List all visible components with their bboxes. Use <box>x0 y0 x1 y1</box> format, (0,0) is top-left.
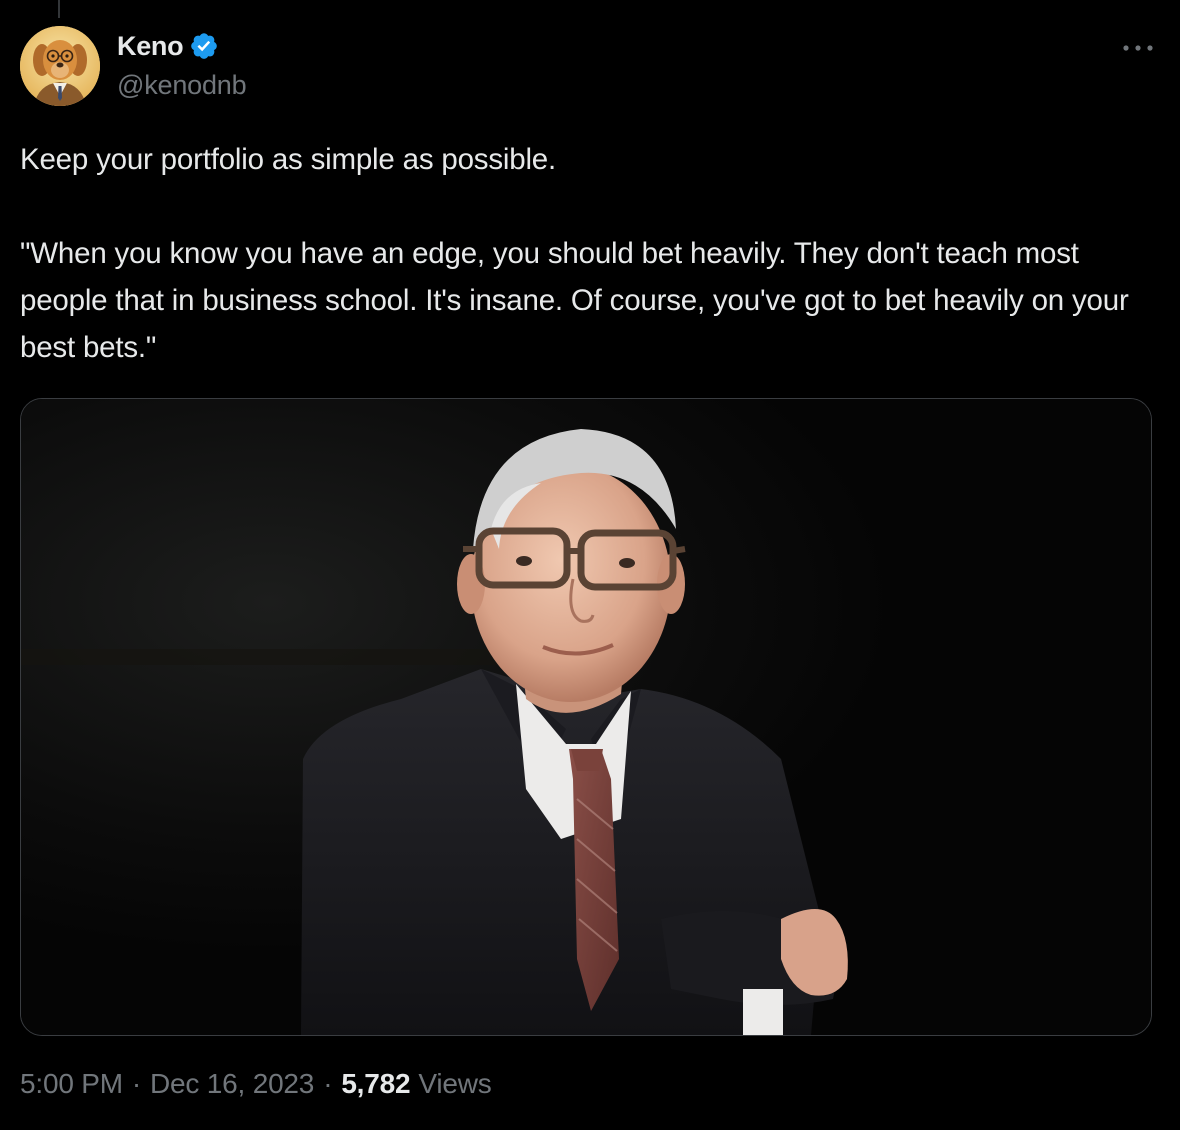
tweet-date[interactable]: Dec 16, 2023 <box>150 1068 314 1100</box>
views-count[interactable]: 5,782 <box>341 1068 410 1100</box>
verified-badge-icon[interactable] <box>189 31 219 61</box>
views-label: Views <box>418 1068 492 1099</box>
more-options-icon <box>1123 45 1153 51</box>
display-name[interactable]: Keno <box>117 31 184 62</box>
thread-connector-line <box>58 0 60 18</box>
tweet-meta: 5:00 PM · Dec 16, 2023 · 5,782 Views <box>20 1068 492 1100</box>
author-names: Keno @kenodnb <box>117 28 247 101</box>
tweet-text: Keep your portfolio as simple as possibl… <box>20 136 1160 371</box>
more-options-button[interactable] <box>1118 30 1158 66</box>
portrait-photo <box>21 399 1151 1035</box>
tweet-header: Keno @kenodnb <box>20 26 1160 106</box>
avatar-dog-illustration <box>20 26 100 106</box>
author-handle[interactable]: @kenodnb <box>117 70 247 101</box>
tweet-paragraph-1: Keep your portfolio as simple as possibl… <box>20 143 556 176</box>
display-name-row: Keno <box>117 28 246 64</box>
avatar[interactable] <box>20 26 100 106</box>
meta-separator: · <box>323 1068 333 1099</box>
tweet-photo[interactable] <box>20 398 1152 1036</box>
tweet-paragraph-2: "When you know you have an edge, you sho… <box>20 237 1129 364</box>
meta-separator: · <box>131 1068 142 1099</box>
tweet-time[interactable]: 5:00 PM <box>20 1068 123 1100</box>
